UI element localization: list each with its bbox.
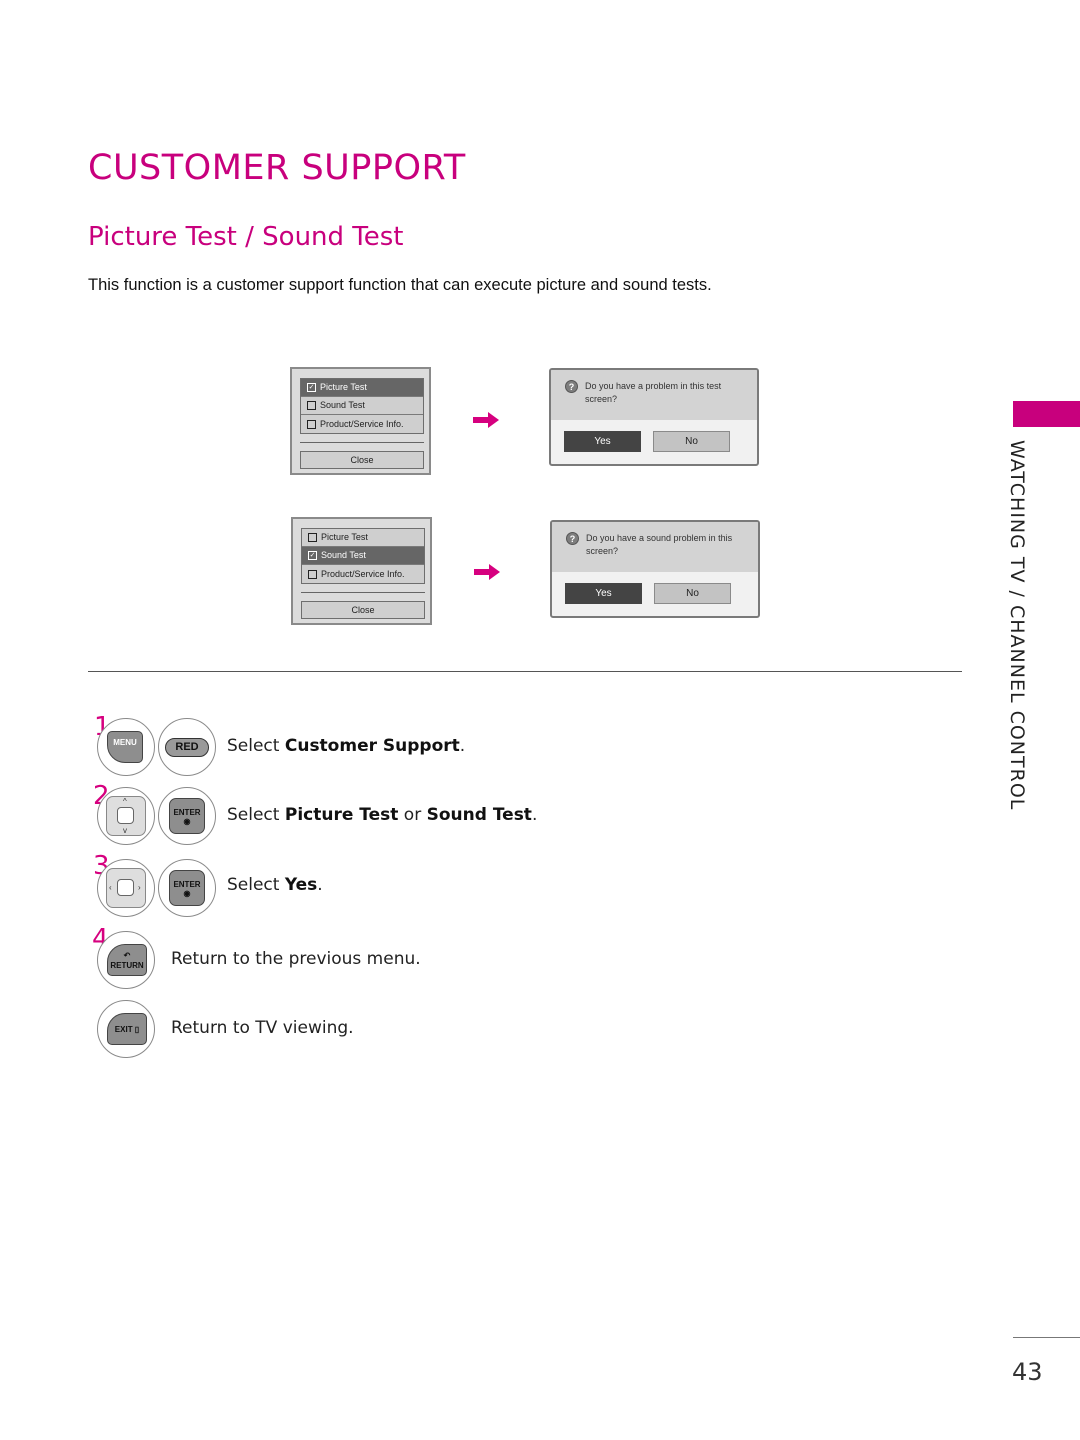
question-icon: ? xyxy=(566,532,579,545)
no-button[interactable]: No xyxy=(654,583,731,604)
page-number: 43 xyxy=(1012,1358,1043,1386)
checkbox-empty-icon xyxy=(308,533,317,542)
menu-item-label: Sound Test xyxy=(320,400,365,410)
enter-button-icon: ENTER ◉ xyxy=(169,798,205,834)
close-button[interactable]: Close xyxy=(301,601,425,619)
left-chevron-icon: ‹ xyxy=(109,883,112,892)
red-key: RED xyxy=(158,718,216,776)
step-5-text: Return to TV viewing. xyxy=(171,1018,354,1038)
step-1-text: Select Customer Support. xyxy=(227,736,466,756)
chapter-tab-marker xyxy=(1013,401,1080,427)
menu-item-label: Picture Test xyxy=(321,532,368,542)
arrow-right-icon xyxy=(473,412,499,428)
checkbox-empty-icon xyxy=(307,419,316,429)
chapter-title: WATCHING TV / CHANNEL CONTROL xyxy=(1006,440,1028,811)
step-3-text: Select Yes. xyxy=(227,875,323,895)
step-2-text: Select Picture Test or Sound Test. xyxy=(227,805,538,825)
checkbox-empty-icon xyxy=(307,401,316,410)
section-divider xyxy=(88,671,962,672)
exit-key: EXIT ▯ xyxy=(97,1000,155,1058)
menu-list: Picture Test ✓ Sound Test Product/Servic… xyxy=(301,528,425,584)
menu-separator xyxy=(301,592,425,593)
customer-support-menu-picture: ✓ Picture Test Sound Test Product/Servic… xyxy=(290,367,431,475)
exit-button-icon: EXIT ▯ xyxy=(107,1013,147,1045)
sound-test-dialog: ? Do you have a sound problem in this sc… xyxy=(550,520,760,618)
dialog-message: Do you have a problem in this test scree… xyxy=(585,381,722,404)
menu-item-label: Picture Test xyxy=(320,382,367,392)
customer-support-menu-sound: Picture Test ✓ Sound Test Product/Servic… xyxy=(291,517,432,625)
enter-key: ENTER ◉ xyxy=(158,859,216,917)
no-button[interactable]: No xyxy=(653,431,730,452)
dialog-message: Do you have a sound problem in this scre… xyxy=(586,533,733,556)
red-button-icon: RED xyxy=(165,738,209,757)
nav-center xyxy=(117,807,134,824)
navigation-pad-icon: ^ v xyxy=(106,796,146,836)
navigation-pad-icon: ‹ › xyxy=(106,868,146,908)
return-key: ↶ RETURN xyxy=(97,931,155,989)
close-button[interactable]: Close xyxy=(300,451,424,469)
picture-test-dialog: ? Do you have a problem in this test scr… xyxy=(549,368,759,466)
checkbox-checked-icon: ✓ xyxy=(307,383,316,392)
menu-item-product-info[interactable]: Product/Service Info. xyxy=(302,565,424,583)
menu-button-icon: MENU xyxy=(107,731,143,763)
arrow-right-icon xyxy=(474,564,500,580)
menu-list: ✓ Picture Test Sound Test Product/Servic… xyxy=(300,378,424,434)
right-chevron-icon: › xyxy=(138,883,141,892)
left-right-nav-key: ‹ › xyxy=(97,859,155,917)
down-chevron-icon: v xyxy=(123,826,127,835)
return-button-icon: ↶ RETURN xyxy=(107,944,147,976)
menu-key: MENU xyxy=(97,718,155,776)
checkbox-checked-icon: ✓ xyxy=(308,551,317,560)
step-4-text: Return to the previous menu. xyxy=(171,949,421,969)
menu-item-label: Sound Test xyxy=(321,550,366,560)
footer-rule xyxy=(1013,1337,1080,1338)
menu-item-product-info[interactable]: Product/Service Info. xyxy=(301,415,423,433)
yes-button[interactable]: Yes xyxy=(565,583,642,604)
menu-item-label: Product/Service Info. xyxy=(321,568,405,579)
menu-item-picture-test[interactable]: Picture Test xyxy=(302,529,424,547)
section-title: Picture Test / Sound Test xyxy=(88,222,404,252)
enter-button-icon: ENTER ◉ xyxy=(169,870,205,906)
menu-item-sound-test[interactable]: ✓ Sound Test xyxy=(302,547,424,565)
menu-item-sound-test[interactable]: Sound Test xyxy=(301,397,423,415)
question-icon: ? xyxy=(565,380,578,393)
menu-item-label: Product/Service Info. xyxy=(320,418,404,429)
intro-text: This function is a customer support func… xyxy=(88,276,712,294)
enter-key: ENTER ◉ xyxy=(158,787,216,845)
yes-button[interactable]: Yes xyxy=(564,431,641,452)
menu-separator xyxy=(300,442,424,443)
up-chevron-icon: ^ xyxy=(123,797,127,806)
checkbox-empty-icon xyxy=(308,569,317,579)
nav-center xyxy=(117,879,134,896)
page-title: CUSTOMER SUPPORT xyxy=(88,148,466,188)
up-down-nav-key: ^ v xyxy=(97,787,155,845)
menu-item-picture-test[interactable]: ✓ Picture Test xyxy=(301,379,423,397)
